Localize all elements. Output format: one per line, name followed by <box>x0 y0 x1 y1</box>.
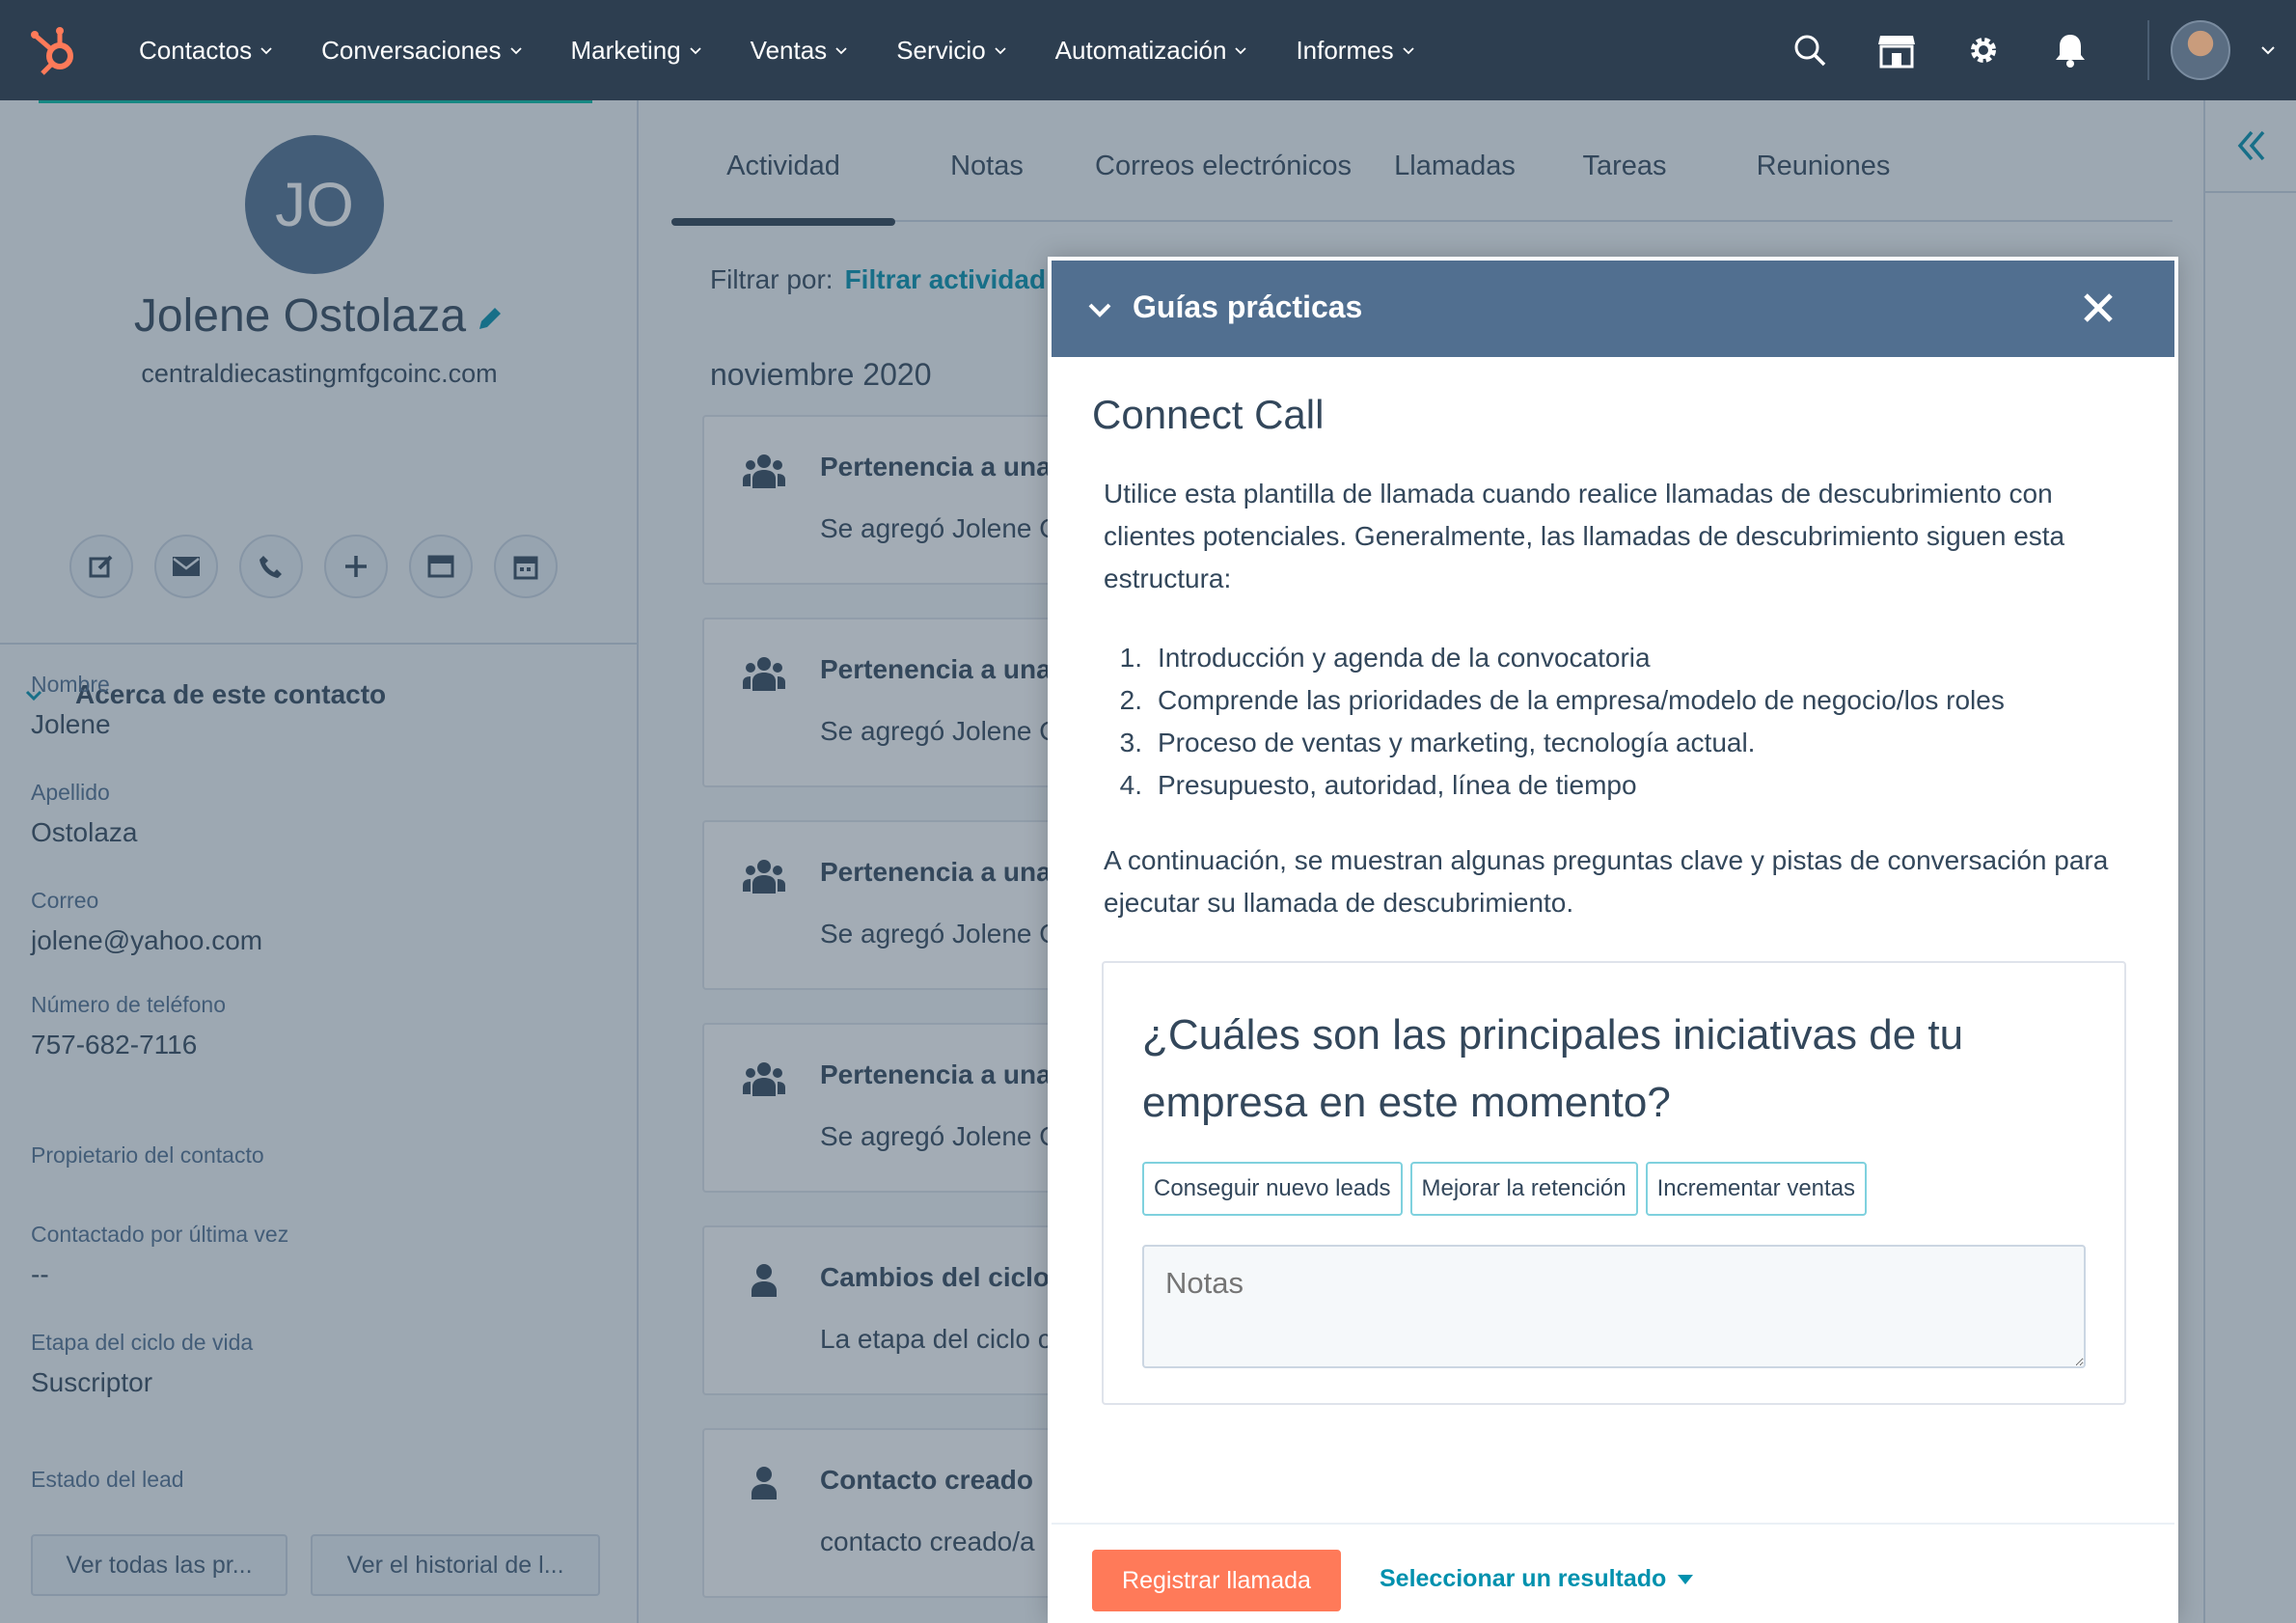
chevron-down-icon[interactable] <box>2259 41 2277 59</box>
playbook-step-text: Introducción y agenda de la convocatoria <box>1158 643 1651 673</box>
nav-item-label: Servicio <box>896 35 986 65</box>
nav-item-label: Conversaciones <box>321 35 502 65</box>
playbook-step-text: Proceso de ventas y marketing, tecnologí… <box>1158 728 1756 757</box>
nav-item-0[interactable]: Contactos <box>139 36 273 66</box>
answer-chip[interactable]: Incrementar ventas <box>1645 1162 1868 1216</box>
question-card: ¿Cuáles son las principales iniciativas … <box>1102 961 2126 1405</box>
modal-header: Guías prácticas <box>1052 261 2174 357</box>
nav-item-label: Marketing <box>570 35 681 65</box>
playbook-modal: Guías prácticas Connect Call Utilice est… <box>1048 257 2178 1623</box>
nav-item-label: Ventas <box>750 35 828 65</box>
caret-down-icon <box>1678 1574 1694 1584</box>
playbook-step: 2. Comprende las prioridades de la empres… <box>1104 679 2126 722</box>
playbook-steps: 1. Introducción y agenda de la convocator… <box>1104 637 2126 807</box>
marketplace-icon[interactable] <box>1877 31 1916 69</box>
hubspot-logo-icon[interactable] <box>27 23 81 77</box>
playbook-title: Connect Call <box>1092 392 1325 437</box>
nav-item-label: Contactos <box>139 35 253 65</box>
answer-chip[interactable]: Mejorar la retención <box>1409 1162 1638 1216</box>
nav-item-label: Informes <box>1296 35 1394 65</box>
chevron-down-icon[interactable] <box>1086 297 1113 322</box>
playbook-step: 1. Introducción y agenda de la convocator… <box>1104 637 2126 679</box>
nav-item-label: Automatización <box>1054 35 1227 65</box>
bell-icon[interactable] <box>2051 31 2090 69</box>
modal-header-title: Guías prácticas <box>1133 289 1363 324</box>
playbook-step-text: Presupuesto, autoridad, línea de tiempo <box>1158 770 1637 800</box>
top-navigation: Contactos Conversaciones Marketing Ventas Se… <box>0 0 2296 100</box>
playbook-step: 3. Proceso de ventas y marketing, tecnolo… <box>1104 722 2126 764</box>
search-icon[interactable] <box>1790 31 1829 69</box>
log-call-button[interactable]: Registrar llamada <box>1092 1550 1341 1611</box>
chevron-down-icon <box>509 47 522 55</box>
chevron-down-icon <box>690 47 701 55</box>
nav-item-5[interactable]: Automatización <box>1055 36 1248 66</box>
nav-separator <box>2147 20 2149 80</box>
playbook-step: 4. Presupuesto, autoridad, línea de tiemp… <box>1104 764 2126 807</box>
chevron-down-icon <box>995 47 1006 55</box>
question-text: ¿Cuáles son las principales iniciativas … <box>1142 1011 1964 1126</box>
chevron-down-icon <box>1235 47 1247 55</box>
notes-textarea[interactable] <box>1142 1245 2086 1368</box>
outcome-select[interactable]: Seleccionar un resultado <box>1380 1565 1694 1593</box>
playbook-intro: Utilice esta plantilla de llamada cuando… <box>1104 479 2065 593</box>
nav-item-1[interactable]: Conversaciones <box>321 36 522 66</box>
close-icon[interactable] <box>2078 288 2118 328</box>
nav-item-2[interactable]: Marketing <box>571 36 702 66</box>
chevron-down-icon <box>835 47 847 55</box>
outcome-select-label: Seleccionar un resultado <box>1380 1565 1667 1592</box>
playbook-step-text: Comprende las prioridades de la empresa/… <box>1158 685 2005 715</box>
chevron-down-icon <box>260 47 272 55</box>
answer-chip[interactable]: Conseguir nuevo leads <box>1142 1162 1403 1216</box>
answer-chips: Conseguir nuevo leads Mejorar la retenció… <box>1142 1162 1874 1216</box>
nav-item-3[interactable]: Ventas <box>751 36 849 66</box>
chevron-down-icon <box>1402 47 1414 55</box>
nav-item-4[interactable]: Servicio <box>896 36 1006 66</box>
gear-icon[interactable] <box>1964 31 2003 69</box>
nav-item-6[interactable]: Informes <box>1296 36 1414 66</box>
modal-footer: Registrar llamada Seleccionar un resulta… <box>1052 1523 2174 1623</box>
playbook-outro: A continuación, se muestran algunas preg… <box>1104 845 2109 918</box>
user-avatar[interactable] <box>2171 20 2230 80</box>
